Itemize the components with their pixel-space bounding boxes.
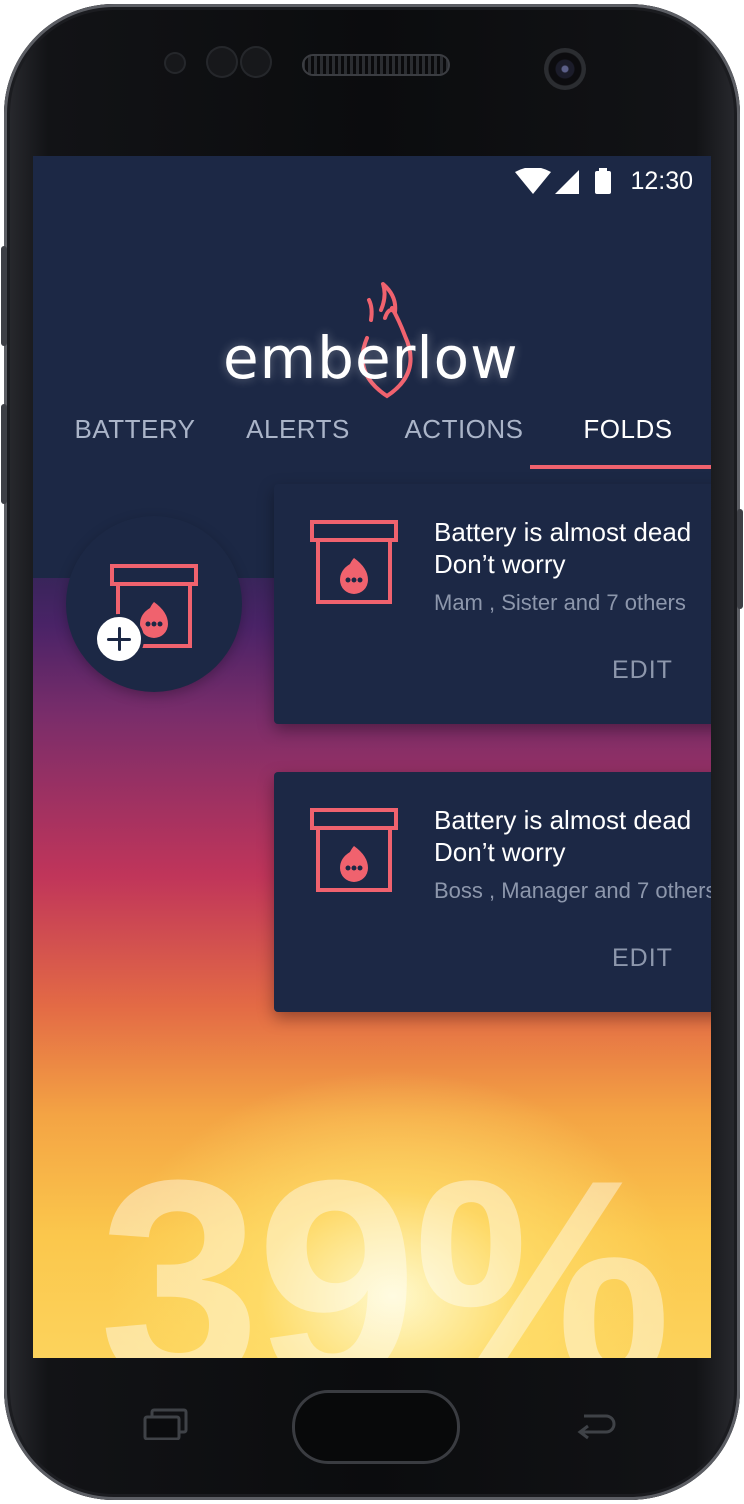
tab-folds[interactable]: FOLDS xyxy=(543,404,711,468)
tab-actions[interactable]: ACTIONS xyxy=(387,404,541,468)
tab-bar: BATTERY ALERTS ACTIONS FOLDS xyxy=(33,404,711,476)
fold-title: Battery is almost dead Don’t worry xyxy=(434,516,691,580)
wifi-icon xyxy=(515,168,551,194)
recent-apps-icon[interactable] xyxy=(142,1408,190,1440)
fold-card[interactable]: Battery is almost dead Don’t worry Mam ,… xyxy=(274,484,711,724)
iris-sensor xyxy=(240,46,272,78)
back-icon[interactable] xyxy=(570,1408,618,1440)
earpiece-speaker xyxy=(302,54,450,76)
fold-title-line2: Don’t worry xyxy=(434,549,566,579)
proximity-sensor xyxy=(164,52,186,74)
battery-icon xyxy=(595,168,611,194)
fold-recipients: Mam , Sister and 7 others xyxy=(434,590,686,615)
home-button[interactable] xyxy=(292,1390,460,1464)
add-fold-button[interactable] xyxy=(66,516,242,692)
app-name: emberlow xyxy=(223,324,519,392)
fold-box-flame-icon xyxy=(310,520,398,604)
status-bar: 12:30 xyxy=(33,156,711,208)
power-button xyxy=(737,509,743,609)
active-tab-indicator xyxy=(530,465,711,469)
tab-alerts[interactable]: ALERTS xyxy=(223,404,373,468)
status-icons xyxy=(515,168,611,194)
bixby-button xyxy=(1,404,7,504)
plus-icon xyxy=(94,614,144,664)
cellular-signal-icon xyxy=(555,170,579,194)
front-camera xyxy=(544,48,586,90)
light-sensor xyxy=(206,46,238,78)
fold-title-line2: Don’t worry xyxy=(434,837,566,867)
fold-box-flame-icon xyxy=(310,808,398,892)
app-logo: emberlow xyxy=(213,278,543,408)
screen: 12:30 emberlow BATTERY ALERTS ACTIONS FO… xyxy=(33,156,711,1358)
fold-title-line1: Battery is almost dead xyxy=(434,517,692,547)
fold-title: Battery is almost dead Don’t worry xyxy=(434,804,691,868)
volume-button xyxy=(1,246,7,346)
fold-recipients: Boss , Manager and 7 others xyxy=(434,878,711,903)
edit-button[interactable]: EDIT xyxy=(612,944,673,973)
tab-battery[interactable]: BATTERY xyxy=(55,404,215,468)
status-time: 12:30 xyxy=(630,167,693,195)
fold-title-line1: Battery is almost dead xyxy=(434,805,692,835)
edit-button[interactable]: EDIT xyxy=(612,656,673,685)
battery-percent: 39% xyxy=(99,1120,671,1358)
fold-card[interactable]: Battery is almost dead Don’t worry Boss … xyxy=(274,772,711,1012)
